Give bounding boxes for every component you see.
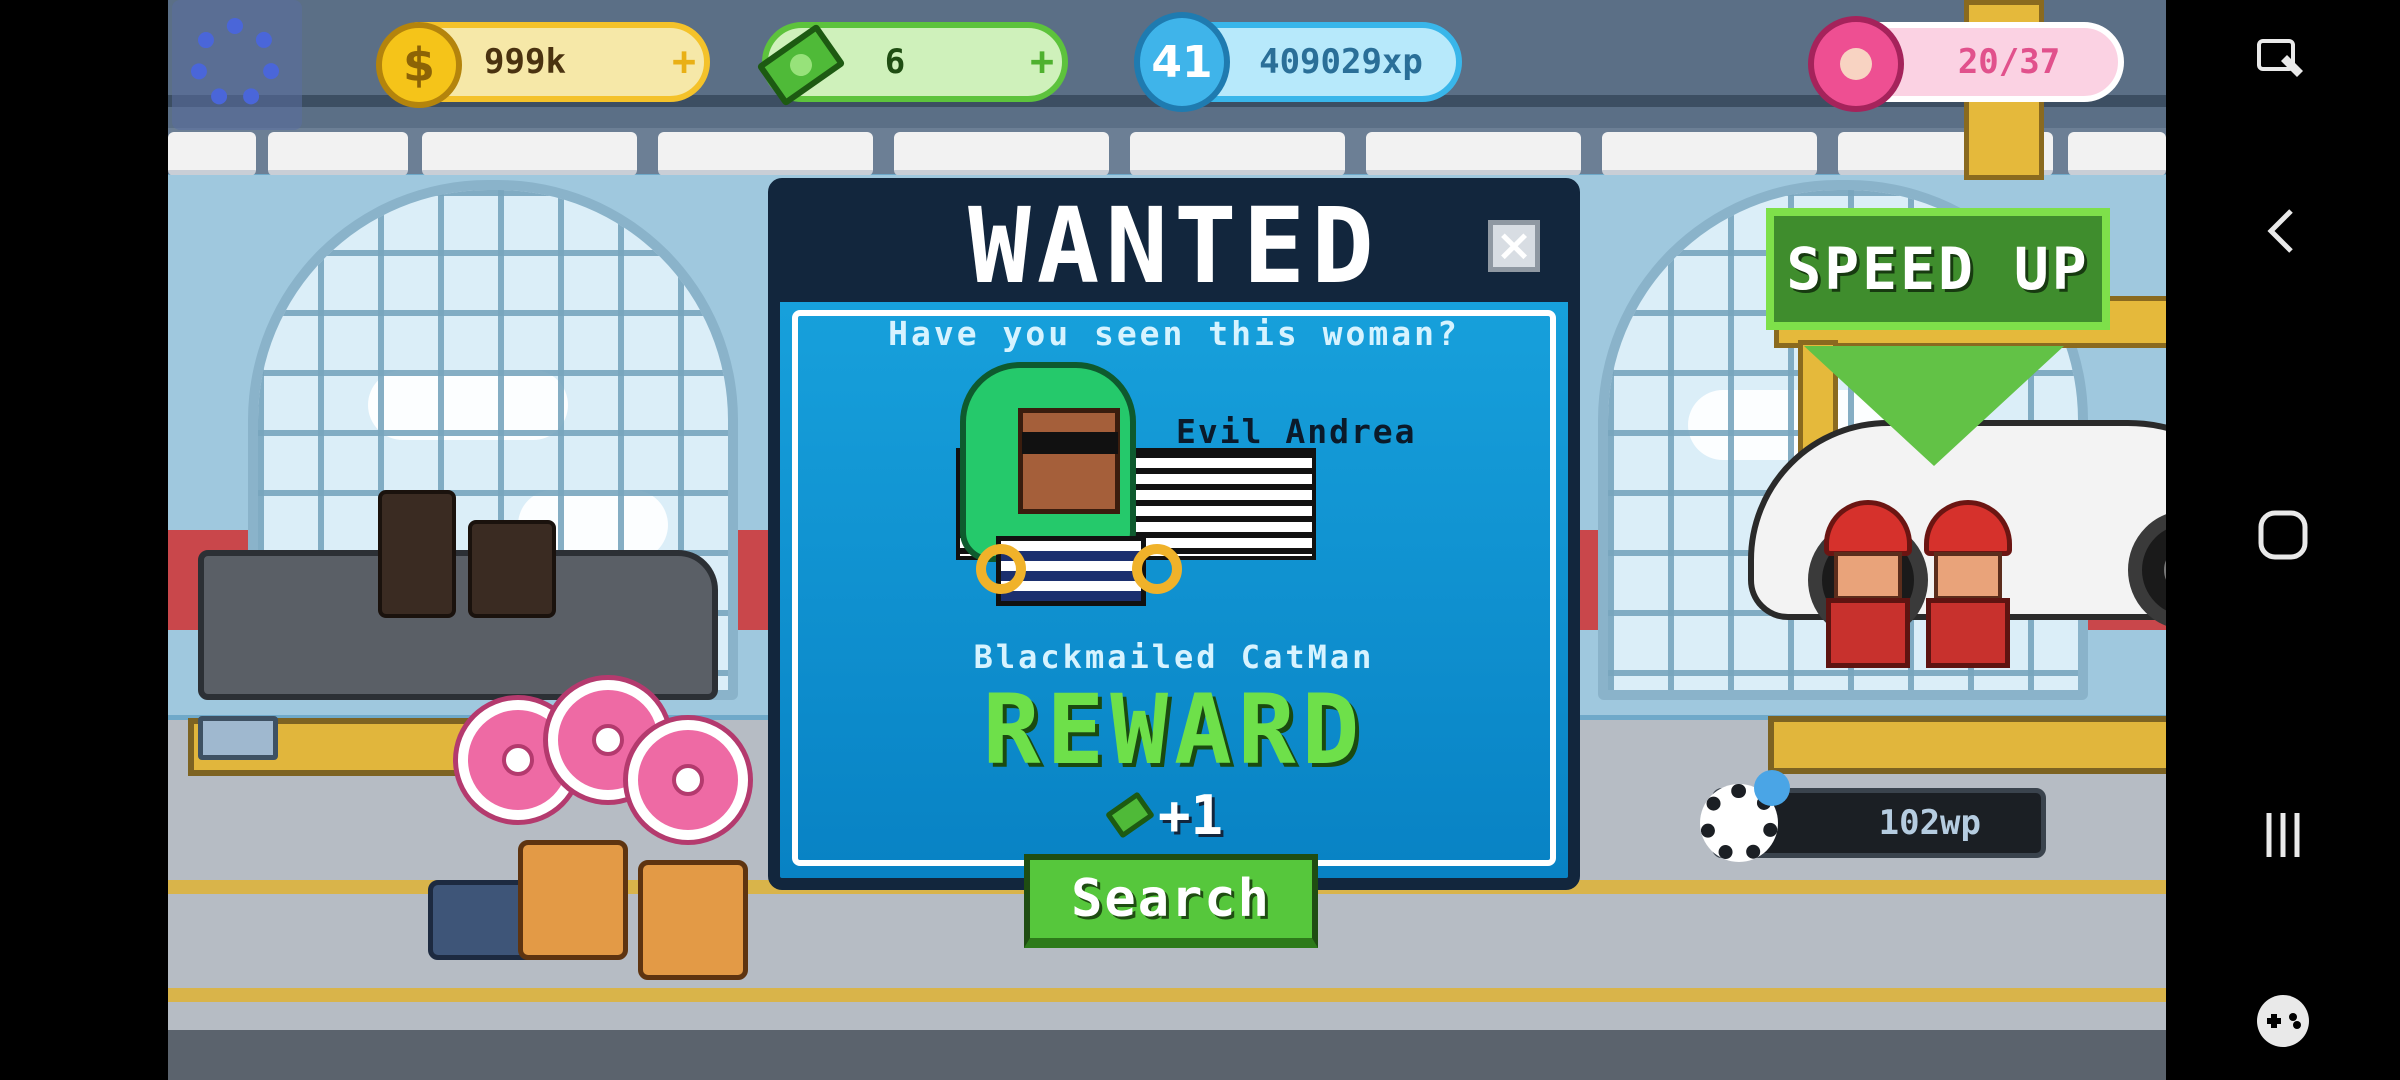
add-coins-icon[interactable]: + bbox=[664, 39, 704, 85]
donut-thief[interactable] bbox=[518, 840, 628, 960]
vehicle-chassis[interactable] bbox=[198, 550, 718, 700]
close-button[interactable]: × bbox=[1488, 220, 1540, 272]
beam bbox=[658, 132, 873, 176]
cash-icon bbox=[756, 20, 846, 110]
game-tools-icon[interactable] bbox=[2166, 966, 2400, 1076]
crime-description: Blackmailed CatMan bbox=[973, 638, 1375, 676]
reward-value: +1 bbox=[1158, 783, 1224, 847]
donut-icon[interactable] bbox=[628, 720, 748, 840]
screenshot-edit-icon[interactable] bbox=[2166, 8, 2400, 118]
level-badge: 41 bbox=[1134, 12, 1230, 112]
dialog-title: WANTED bbox=[968, 185, 1380, 307]
donut-thief[interactable] bbox=[638, 860, 748, 980]
add-cash-icon[interactable]: + bbox=[1022, 39, 1062, 85]
reward-label: REWARD bbox=[982, 674, 1366, 786]
dialog-header: WANTED bbox=[780, 190, 1568, 302]
down-arrow-icon bbox=[1804, 346, 2064, 466]
reward-amount: +1 bbox=[1105, 780, 1224, 850]
cash-icon bbox=[1105, 791, 1155, 839]
worker-character[interactable] bbox=[1920, 500, 2016, 680]
wp-value: 102wp bbox=[1878, 803, 1981, 843]
beam bbox=[1602, 132, 1817, 176]
platform-cart bbox=[198, 716, 278, 760]
home-icon[interactable] bbox=[2166, 480, 2400, 590]
vehicle-seat bbox=[378, 490, 456, 618]
gear-small-icon bbox=[1754, 770, 1790, 806]
vehicle-seat bbox=[468, 520, 556, 618]
dialog-subtitle: Have you seen this woman? bbox=[888, 314, 1460, 353]
speed-up-button[interactable]: SPEED UP bbox=[1766, 208, 2110, 330]
recents-icon[interactable] bbox=[2166, 780, 2400, 890]
suspect-name: Evil Andrea bbox=[1176, 412, 1417, 451]
beam bbox=[1366, 132, 1581, 176]
beam bbox=[1130, 132, 1345, 176]
beam bbox=[422, 132, 637, 176]
beam bbox=[168, 132, 256, 176]
coin-icon: $ bbox=[376, 22, 462, 108]
settings-gear-icon[interactable] bbox=[172, 0, 302, 130]
beam bbox=[2068, 132, 2166, 176]
wanted-dialog: WANTED × Have you seen this woman? Evil … bbox=[768, 178, 1580, 890]
search-button[interactable]: Search bbox=[1024, 854, 1318, 948]
beam bbox=[894, 132, 1109, 176]
beam bbox=[268, 132, 408, 176]
suspect-portrait bbox=[956, 362, 1336, 606]
worker-character[interactable] bbox=[1820, 500, 1916, 680]
back-icon[interactable] bbox=[2166, 176, 2400, 286]
assembly-platform-right bbox=[1768, 716, 2166, 774]
donut-icon bbox=[1808, 16, 1904, 112]
system-nav-bar bbox=[2166, 0, 2400, 1080]
